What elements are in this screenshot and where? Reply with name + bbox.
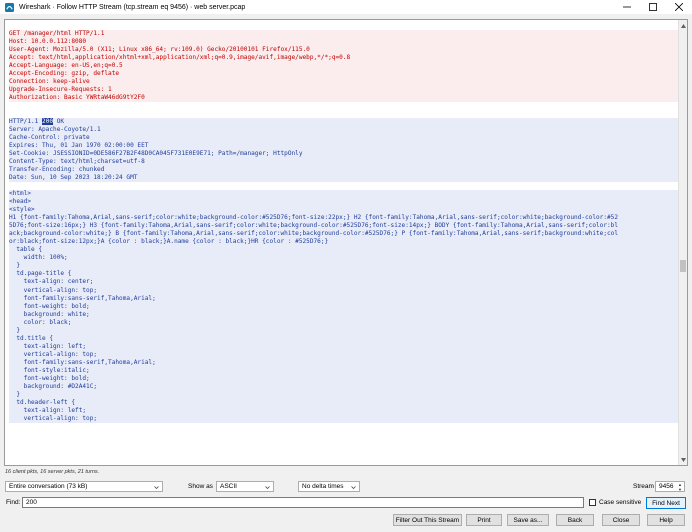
stream-content-pane[interactable]: GET /manager/html HTTP/1.1 Host: 10.0.0.1… [4, 19, 688, 466]
server-stream-line: vertical-align: top; [9, 350, 679, 359]
close-button[interactable] [666, 0, 692, 14]
minimize-button[interactable] [614, 0, 640, 14]
server-stream-line: } [9, 262, 679, 271]
server-stream-line: <html> [9, 190, 679, 199]
help-button[interactable]: Help [647, 514, 685, 526]
minimize-icon [623, 6, 631, 8]
stream-summary: 16 client pkts, 16 server pkts, 21 turns… [5, 469, 100, 475]
server-stream-line: font-weight: bold; [9, 302, 679, 311]
server-stream-line: font-weight: bold; [9, 374, 679, 383]
server-stream-line: td.page-title { [9, 270, 679, 279]
title-bar: Wireshark · Follow HTTP Stream (tcp.stre… [0, 0, 692, 14]
server-stream-line: ack;background-color:white;} B {font-fam… [9, 230, 679, 239]
server-stream-line: font-family:sans-serif,Tahoma,Arial; [9, 294, 679, 303]
delta-times-select[interactable]: No delta times [298, 481, 360, 492]
find-input[interactable]: 200 [22, 497, 584, 508]
find-next-button[interactable]: Find Next [646, 497, 686, 509]
server-stream-line: td.header-left { [9, 398, 679, 407]
client-stream-line: Accept-Language: en-US,en;q=0.5 [9, 62, 679, 71]
window-controls [614, 0, 692, 14]
search-match-highlight: 200 [42, 118, 54, 126]
client-stream-line: Upgrade-Insecure-Requests: 1 [9, 86, 679, 95]
stream-number-spinbox[interactable]: 9456 ▲ ▼ [655, 481, 685, 492]
stream-blank-line [9, 182, 679, 190]
server-stream-line: HTTP/1.1 200 OK [9, 118, 679, 127]
server-stream-line: td.title { [9, 334, 679, 343]
server-stream-line: } [9, 390, 679, 399]
server-stream-line: H1 {font-family:Tahoma,Arial,sans-serif;… [9, 214, 679, 223]
maximize-icon [649, 3, 657, 11]
conversation-select[interactable]: Entire conversation (73 kB) [5, 481, 163, 492]
server-stream-line: color: black; [9, 318, 679, 327]
server-stream-line: or:black;font-size:12px;}A {color : blac… [9, 238, 679, 247]
client-stream-line: Authorization: Basic YWRtaW46dG9tY2F0 [9, 94, 679, 103]
find-row: Find: 200 Case sensitive Find Next [0, 497, 692, 509]
close-dialog-button[interactable]: Close [602, 514, 640, 526]
chevron-down-icon [265, 486, 270, 489]
print-button[interactable]: Print [466, 514, 502, 526]
scrollbar-thumb[interactable] [680, 260, 686, 272]
spin-down-icon[interactable]: ▼ [676, 487, 684, 492]
server-stream-line: text-align: center; [9, 278, 679, 287]
client-stream-line: Connection: keep-alive [9, 78, 679, 87]
stream-number-value: 9456 [659, 483, 674, 490]
delta-times-select-value: No delta times [302, 483, 344, 490]
chevron-down-icon [154, 486, 159, 489]
case-sensitive-checkbox[interactable] [589, 499, 596, 506]
server-stream-line: table { [9, 246, 679, 255]
server-stream-line: Cache-Control: private [9, 134, 679, 143]
show-as-label: Show as [188, 483, 213, 490]
server-stream-line: font-family:sans-serif,Tahoma,Arial; [9, 358, 679, 367]
action-buttons-row: Filter Out This Stream Print Save as... … [0, 513, 692, 527]
chevron-down-icon [351, 486, 356, 489]
server-stream-line: <style> [9, 206, 679, 215]
case-sensitive-label: Case sensitive [599, 499, 642, 506]
server-stream-line: background: #D2A41C; [9, 382, 679, 391]
server-stream-line: Content-Type: text/html;charset=utf-8 [9, 158, 679, 167]
client-stream-line: Host: 10.0.0.112:8080 [9, 38, 679, 47]
server-stream-line: Server: Apache-Coyote/1.1 [9, 126, 679, 135]
server-stream-line: Date: Sun, 10 Sep 2023 18:20:24 GMT [9, 174, 679, 183]
client-stream-line: Accept: text/html,application/xhtml+xml,… [9, 54, 679, 63]
client-stream-line: GET /manager/html HTTP/1.1 [9, 30, 679, 39]
client-stream-line: Accept-Encoding: gzip, deflate [9, 70, 679, 79]
stream-blank-line [9, 102, 679, 110]
server-stream-line: <head> [9, 198, 679, 207]
vertical-scrollbar[interactable] [678, 20, 687, 465]
server-stream-line: text-align: left; [9, 342, 679, 351]
save-as-button[interactable]: Save as... [507, 514, 549, 526]
server-stream-line: background: white; [9, 310, 679, 319]
scroll-down-icon[interactable] [679, 455, 687, 464]
client-stream-line: User-Agent: Mozilla/5.0 (X11; Linux x86_… [9, 46, 679, 55]
server-stream-line: Expires: Thu, 01 Jan 1970 02:00:00 EET [9, 142, 679, 151]
stream-label: Stream [633, 483, 654, 490]
server-stream-line: text-align: left; [9, 406, 679, 415]
close-icon [675, 3, 683, 11]
maximize-button[interactable] [640, 0, 666, 14]
scroll-up-icon[interactable] [679, 21, 687, 30]
wireshark-icon [5, 2, 14, 12]
server-stream-line: width: 100%; [9, 254, 679, 263]
window-title: Wireshark · Follow HTTP Stream (tcp.stre… [19, 3, 246, 11]
server-stream-line: } [9, 326, 679, 335]
show-as-select-value: ASCII [220, 483, 237, 490]
options-row: Entire conversation (73 kB) Show as ASCI… [0, 480, 692, 494]
find-input-value: 200 [26, 499, 37, 506]
show-as-select[interactable]: ASCII [216, 481, 274, 492]
back-button[interactable]: Back [556, 514, 594, 526]
stream-blank-line [9, 110, 679, 118]
conversation-select-value: Entire conversation (73 kB) [9, 483, 88, 490]
server-stream-line: vertical-align: top; [9, 414, 679, 423]
server-stream-line: Set-Cookie: JSESSIONID=0DE586F27B2F48D0C… [9, 150, 679, 159]
filter-out-stream-button[interactable]: Filter Out This Stream [393, 514, 462, 526]
server-stream-line: Transfer-Encoding: chunked [9, 166, 679, 175]
server-stream-line: vertical-align: top; [9, 286, 679, 295]
find-label: Find: [6, 499, 21, 506]
server-stream-line: 5D76;font-size:16px;} H3 {font-family:Ta… [9, 222, 679, 231]
stream-text[interactable]: GET /manager/html HTTP/1.1 Host: 10.0.0.1… [9, 30, 679, 423]
follow-stream-window: Wireshark · Follow HTTP Stream (tcp.stre… [0, 0, 692, 532]
server-stream-line: font-style:italic; [9, 366, 679, 375]
